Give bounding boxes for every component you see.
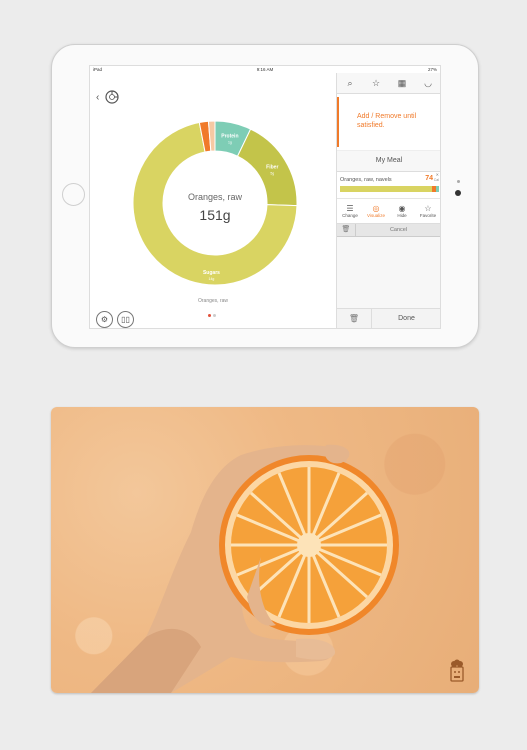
tab-bowl[interactable]: ◡ <box>415 73 440 93</box>
app-screen: iPad 9:16 AM 27% ‹ Oranges, raw 151g Pro… <box>89 65 441 329</box>
panel-toolbar: ⌕ ☆ ▦ ◡ <box>337 73 440 94</box>
donut-center-value: 151g <box>199 207 230 223</box>
page-indicator[interactable] <box>207 313 217 319</box>
book-button[interactable]: ▯▯ <box>117 311 134 328</box>
battery-label: 27% <box>427 67 437 72</box>
cutting-board-photo <box>51 407 479 693</box>
bowl-icon: ◡ <box>424 77 432 88</box>
hint-accent-bar <box>337 97 339 147</box>
eye-icon: ◉ <box>398 204 406 213</box>
hide-label: Hide <box>397 213 407 218</box>
favorite-label: Favorite <box>419 213 437 218</box>
search-icon: ⌕ <box>347 77 353 88</box>
bottom-bar: 🗑 Done <box>337 308 440 328</box>
hint-text: Add / Remove until satisfied. <box>357 113 417 129</box>
donut-label-protein: Protein <box>221 134 238 140</box>
meal-item-name: Oranges, raw, navels <box>340 177 392 183</box>
target-icon: ◎ <box>372 204 380 213</box>
cancel-button[interactable]: Cancel <box>356 224 440 236</box>
donut-amount-sugars: 14g <box>209 277 215 281</box>
favorite-button[interactable]: ☆ Favorite <box>415 199 440 223</box>
settings-button[interactable]: ⚙ <box>96 311 113 328</box>
star-icon: ☆ <box>371 77 381 88</box>
item-actions: ☰ Change ◎ Visualize ◉ Hide ☆ Favorite <box>337 199 440 224</box>
meal-panel: ⌕ ☆ ▦ ◡ Add / Remove until satisfied. My… <box>336 73 440 328</box>
done-button[interactable]: Done <box>372 309 440 328</box>
book-icon: ▯▯ <box>121 315 130 324</box>
scale-icon: ▦ <box>397 77 407 88</box>
visualize-button[interactable]: ◎ Visualize <box>363 199 389 223</box>
tab-search[interactable]: ⌕ <box>337 73 363 93</box>
hand-holding-orange-illustration <box>91 444 399 693</box>
nutrient-bar <box>340 186 439 192</box>
page-dot-active <box>208 314 211 317</box>
donut-center-title: Oranges, raw <box>188 192 243 202</box>
back-chevron-icon[interactable]: ‹ <box>96 92 99 103</box>
hint-box: Add / Remove until satisfied. <box>337 94 440 151</box>
clock-label: 9:16 AM <box>256 67 274 72</box>
nutrient-bar-segment <box>435 186 439 192</box>
chef-hat-logo-icon <box>450 659 464 682</box>
pie-chart-icon[interactable] <box>104 89 120 105</box>
nutrient-donut-chart[interactable]: Oranges, raw 151g Protein1g Fiber5g Sugars… <box>130 118 300 288</box>
star-icon: ☆ <box>424 204 432 213</box>
status-bar: iPad 9:16 AM 27% <box>90 66 440 73</box>
food-caption: Oranges, raw <box>197 298 228 304</box>
meal-title: My Meal <box>337 151 440 172</box>
change-button[interactable]: ☰ Change <box>337 199 363 223</box>
donut-label-sugars: Sugars <box>203 270 220 276</box>
change-label: Change <box>342 213 358 218</box>
donut-amount-fiber: 5g <box>270 171 274 175</box>
calorie-unit: Cal <box>433 178 439 182</box>
cancel-row: 🗑 Cancel <box>337 224 440 237</box>
clear-meal-trash-icon[interactable]: 🗑 <box>337 309 372 328</box>
tab-favorites[interactable]: ☆ <box>363 73 389 93</box>
sensor-dot <box>457 180 460 183</box>
ipad-frame: iPad 9:16 AM 27% ‹ Oranges, raw 151g Pro… <box>51 44 479 348</box>
gear-icon: ⚙ <box>100 315 109 324</box>
visualization-pane: ‹ Oranges, raw 151g Protein 1g Fiber 5g Suga… <box>90 73 336 328</box>
meal-item[interactable]: Oranges, raw, navels ✕ 74 Cal <box>337 172 440 199</box>
hide-button[interactable]: ◉ Hide <box>389 199 415 223</box>
close-icon[interactable]: ✕ <box>436 172 439 177</box>
donut-label-fiber: Fiber <box>266 164 278 170</box>
donut-amount-protein: 1g <box>228 141 232 145</box>
visualize-label: Visualize <box>367 213 385 218</box>
nutrient-bar-segment <box>340 186 432 192</box>
meal-item-calories: 74 <box>425 175 433 182</box>
tab-scale[interactable]: ▦ <box>389 73 415 93</box>
home-button[interactable] <box>62 183 85 206</box>
page-dot <box>213 314 216 317</box>
camera-dot <box>455 190 461 196</box>
trash-icon[interactable]: 🗑 <box>337 224 356 236</box>
list-icon: ☰ <box>346 204 354 213</box>
